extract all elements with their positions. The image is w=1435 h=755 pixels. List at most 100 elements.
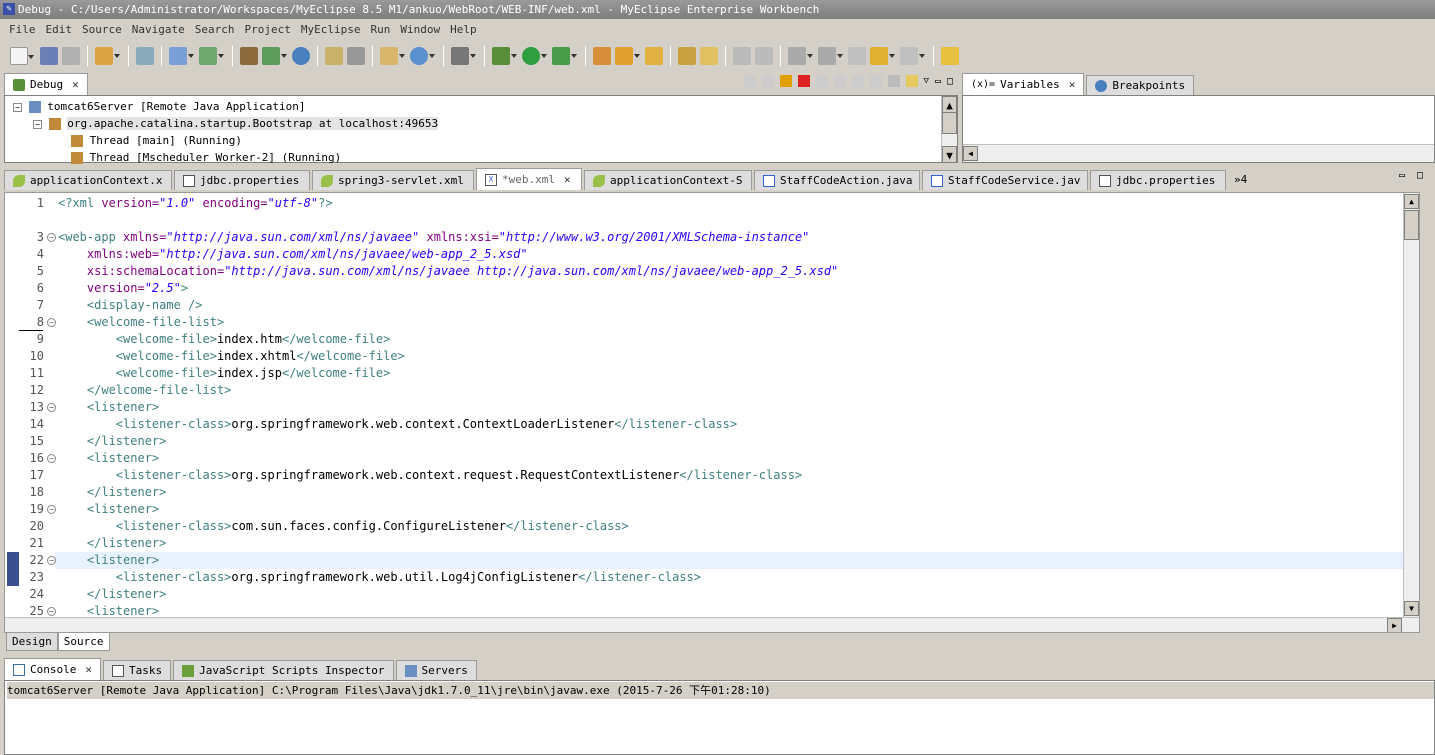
step-over-icon[interactable] [851,75,864,87]
tree-item-server[interactable]: − tomcat6Server [Remote Java Application… [13,98,306,115]
globe-icon[interactable] [292,47,310,65]
menu-edit[interactable]: Edit [41,23,78,36]
deploy-icon[interactable] [169,47,194,65]
open-folder-icon[interactable] [325,47,343,65]
menu-help[interactable]: Help [445,23,482,36]
close-icon[interactable]: ✕ [1069,78,1076,91]
globe-web-icon[interactable] [410,47,435,65]
new-project-icon[interactable] [95,47,120,65]
tab-breakpoints[interactable]: Breakpoints [1086,75,1195,95]
close-icon[interactable]: ✕ [564,173,571,186]
pin-icon[interactable] [941,47,959,65]
menu-project[interactable]: Project [239,23,295,36]
editor-tab-4[interactable]: X *web.xml ✕ [476,168,582,190]
scroll-right-button[interactable]: ▶ [1387,618,1402,632]
scroll-down-button[interactable]: ▼ [1404,601,1419,616]
maximize-icon[interactable]: □ [1417,170,1423,181]
external-tools-icon[interactable] [552,47,577,65]
fold-toggle-icon[interactable]: − [47,505,56,514]
scroll-left-button[interactable]: ◀ [963,146,978,161]
scroll-down-button[interactable]: ▼ [942,146,957,163]
close-icon[interactable]: ✕ [72,78,79,91]
editor-tab-3[interactable]: spring3-servlet.xml [312,170,474,190]
scroll-up-button[interactable]: ▲ [1404,194,1419,209]
last-edit-icon[interactable] [848,47,866,65]
editor-tab-5[interactable]: applicationContext-S [584,170,752,190]
toggle-icon[interactable] [733,47,751,65]
menu-window[interactable]: Window [395,23,445,36]
view-menu-icon[interactable]: ▽ [924,76,929,86]
editor-tab-8[interactable]: jdbc.properties [1090,170,1226,190]
collapse-icon[interactable]: − [33,120,42,129]
search-icon[interactable] [700,47,718,65]
resume-icon[interactable] [761,75,774,87]
debug-vertical-scrollbar[interactable]: ▲ ▼ [941,96,957,163]
menu-navigate[interactable]: Navigate [127,23,190,36]
tree-item-thread-scheduler[interactable]: Thread [Mscheduler Worker-2] (Running) [71,149,341,166]
collapse-icon[interactable]: − [13,103,22,112]
open-resource-icon[interactable] [645,47,663,65]
editor-vertical-scrollbar[interactable]: ▲ ▼ [1403,193,1419,617]
tab-tasks[interactable]: Tasks [102,660,172,680]
save-icon[interactable] [40,47,58,65]
refresh-icon[interactable] [347,47,365,65]
minimize-icon[interactable]: ▭ [1399,170,1405,181]
minimize-icon[interactable]: ▭ [935,76,941,87]
editor-tab-2[interactable]: jdbc.properties [174,170,310,190]
server-icon[interactable] [199,47,224,65]
fold-toggle-icon[interactable]: − [47,454,56,463]
menu-file[interactable]: File [4,23,41,36]
editor-tab-7[interactable]: StaffCodeService.jav [922,170,1088,190]
fold-toggle-icon[interactable]: − [47,233,56,242]
fold-toggle-icon[interactable]: − [47,318,56,327]
fold-toggle-icon[interactable]: − [47,403,56,412]
step-return-icon[interactable] [869,75,882,87]
tab-variables[interactable]: (x)= Variables ✕ [962,73,1085,95]
variables-horizontal-scrollbar[interactable]: ◀ [963,144,1434,162]
close-icon[interactable]: ✕ [85,663,92,676]
editor-horizontal-scrollbar[interactable]: ▶ [5,617,1419,632]
disconnect-icon[interactable] [815,75,828,87]
task-list-icon[interactable] [678,47,696,65]
tab-design[interactable]: Design [6,633,58,651]
toggle2-icon[interactable] [755,47,773,65]
step-into-icon[interactable] [833,75,846,87]
web-icon[interactable] [262,47,287,65]
xml-editor[interactable]: 1 3−4 5 6 7 8−9 10 11 12 13−14 15 16−17 18 19−20 21 22−… [4,192,1420,633]
tab-debug[interactable]: Debug ✕ [4,73,88,95]
maximize-icon[interactable]: □ [947,76,953,87]
tab-servers[interactable]: Servers [395,660,477,680]
scroll-up-button[interactable]: ▲ [942,96,957,113]
db-icon[interactable] [240,47,258,65]
tab-js-inspector[interactable]: JavaScript Scripts Inspector [173,660,394,680]
editor-tab-6[interactable]: StaffCodeAction.java [754,170,920,190]
debug-bug-icon[interactable] [492,47,517,65]
editor-tab-1[interactable]: applicationContext.x [4,170,172,190]
ejb-icon[interactable] [136,47,154,65]
tab-source[interactable]: Source [57,633,110,651]
fold-toggle-icon[interactable]: − [47,556,56,565]
scroll-thumb[interactable] [1404,210,1419,240]
scroll-thumb[interactable] [942,112,957,134]
print-icon[interactable] [62,47,80,65]
new-icon[interactable] [10,47,34,65]
tree-item-bootstrap[interactable]: − org.apache.catalina.startup.Bootstrap … [33,115,439,132]
forward-icon[interactable] [900,47,925,65]
back-icon[interactable] [870,47,895,65]
run-icon[interactable] [522,47,547,65]
suspend-icon[interactable] [779,75,792,87]
menu-myeclipse[interactable]: MyEclipse [296,23,366,36]
tab-console[interactable]: Console ✕ [4,658,101,680]
camera-icon[interactable] [451,47,476,65]
terminate-icon[interactable] [797,75,810,87]
editor-overflow-button[interactable]: »4 [1234,173,1247,186]
prev-annotation-icon[interactable] [818,47,843,65]
wand-icon[interactable] [615,47,640,65]
tree-item-thread-main[interactable]: Thread [main] (Running) [71,132,242,149]
next-annotation-icon[interactable] [788,47,813,65]
fold-toggle-icon[interactable]: − [47,607,56,616]
window-icon[interactable] [380,47,405,65]
remove-terminated-icon[interactable] [743,75,756,87]
menu-run[interactable]: Run [365,23,395,36]
menu-source[interactable]: Source [77,23,127,36]
